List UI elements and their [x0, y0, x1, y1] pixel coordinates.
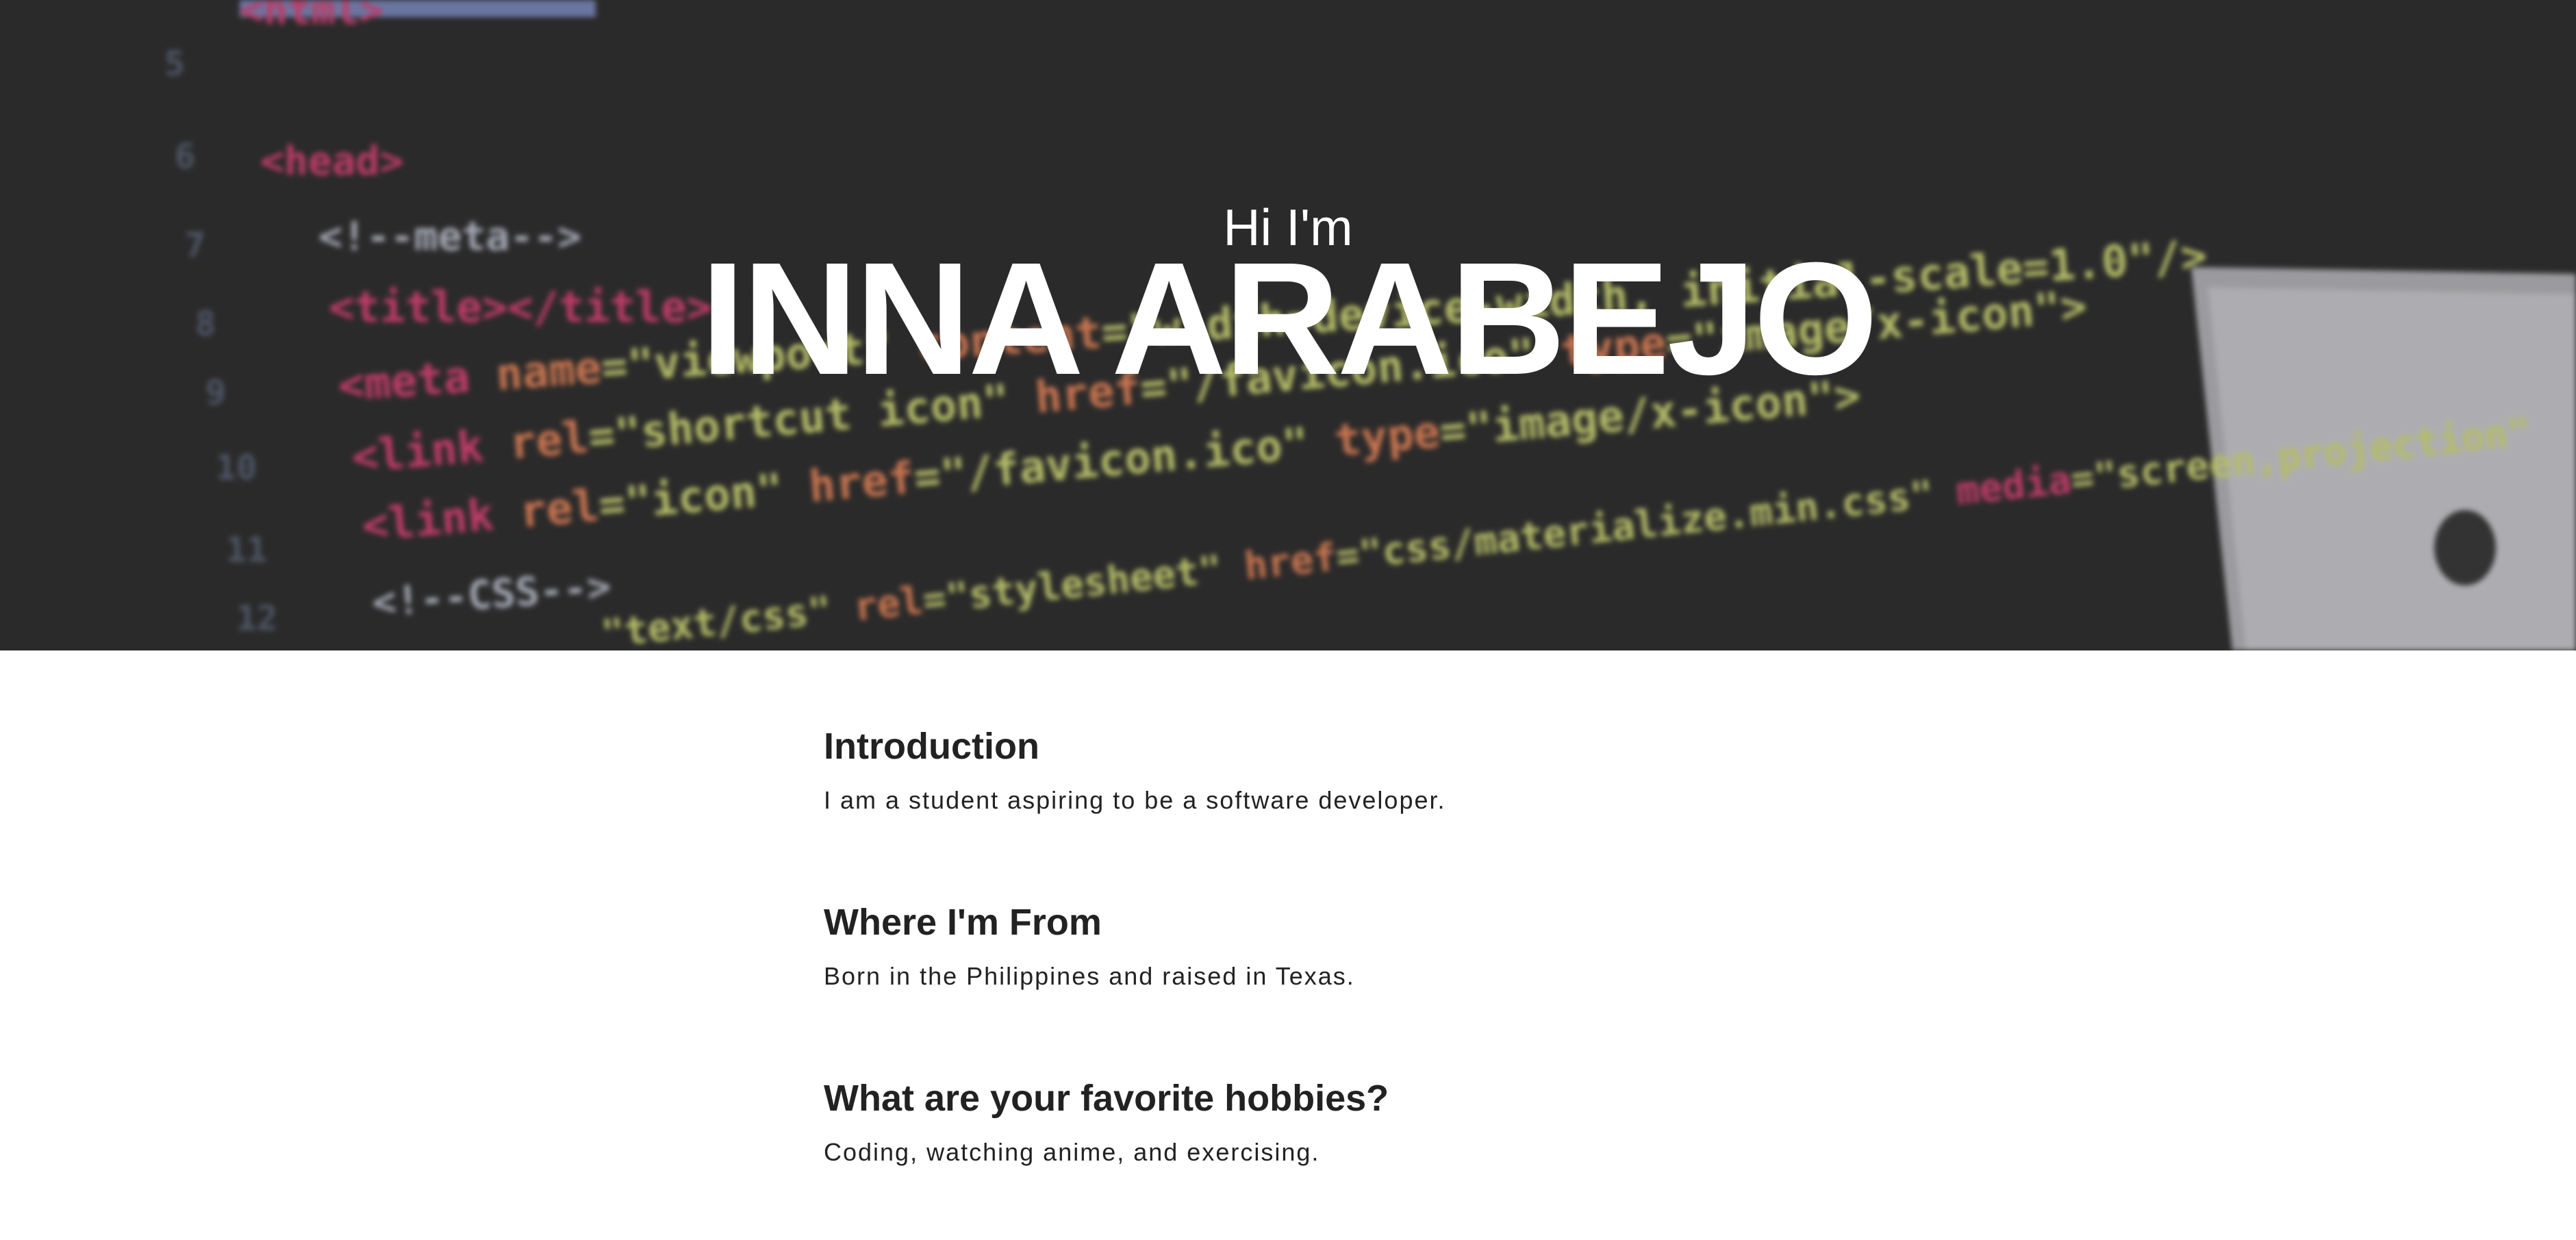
section-text: Born in the Philippines and raised in Te… — [824, 962, 1355, 990]
section-heading: What are your favorite hobbies? — [824, 1078, 1389, 1119]
section-where-from: Where I'm From Born in the Philippines a… — [824, 888, 1782, 1064]
section-introduction: Introduction I am a student aspiring to … — [824, 712, 1782, 888]
hero-banner: 5 6 7 8 9 10 11 12 <html> <head> <!--met… — [0, 0, 2576, 650]
section-hobbies: What are your favorite hobbies? Coding, … — [824, 1064, 1782, 1240]
section-text: I am a student aspiring to be a software… — [824, 786, 1446, 814]
main-content: Introduction I am a student aspiring to … — [824, 712, 1782, 1240]
section-heading: Introduction — [824, 726, 1039, 767]
hero-name: INNA ARABEJO — [700, 229, 1878, 408]
section-text: Coding, watching anime, and exercising. — [824, 1138, 1320, 1166]
section-heading: Where I'm From — [824, 902, 1102, 943]
